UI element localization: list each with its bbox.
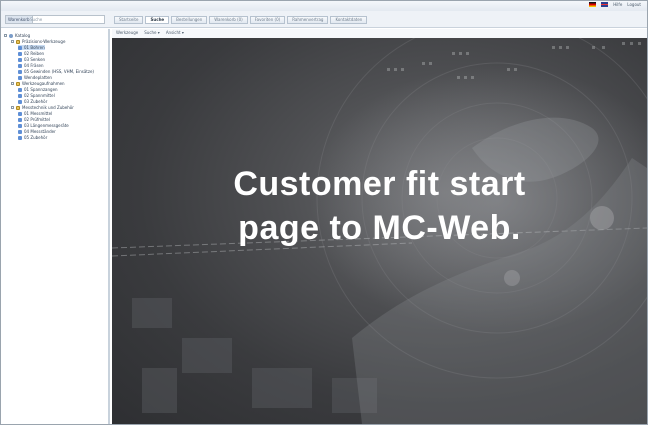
- expander-icon[interactable]: [11, 82, 14, 85]
- tab-3[interactable]: Warenkorb (0): [209, 16, 248, 24]
- tree-item[interactable]: 02 Reiben: [18, 51, 44, 56]
- tree-item[interactable]: 03 Senken: [18, 57, 45, 62]
- tree-item-label: Messtechnik und Zubehör: [22, 105, 74, 110]
- tree-item[interactable]: Werkzeugaufnahmen: [11, 81, 65, 86]
- tree-item-label: 05 Zubehör: [24, 135, 48, 140]
- search-scope-select[interactable]: Warenkorb: [6, 16, 33, 23]
- tree-item-label: 03 Senken: [24, 57, 46, 62]
- tree-item[interactable]: 02 Prüfmittel: [18, 117, 50, 122]
- tree-item-label: 02 Prüfmittel: [24, 117, 51, 122]
- tree-item[interactable]: Wendeplatten: [18, 75, 52, 80]
- tree-item-label: 05 Gewinden (HSS, VHM, Einsätze): [24, 69, 94, 74]
- folder-icon: [16, 81, 20, 86]
- doc-icon: [18, 87, 22, 92]
- tree-item[interactable]: Katalog: [4, 33, 30, 38]
- tree-item-label: 03 Längenmessgeräte: [24, 123, 69, 128]
- sidebar: Katalog Präzisions-Werkzeuge 01 Bohren 02 R…: [1, 29, 110, 424]
- tree-item-label: 02 Reiben: [24, 51, 45, 56]
- doc-icon: [18, 45, 22, 50]
- doc-icon: [18, 117, 22, 122]
- tree-item[interactable]: 04 Fräsen: [18, 63, 44, 68]
- doc-icon: [18, 75, 22, 80]
- tab-0[interactable]: Startseite: [114, 16, 144, 24]
- expander-icon[interactable]: [4, 34, 7, 37]
- search-box[interactable]: Warenkorb Suche: [5, 15, 105, 24]
- top-bar: Hilfe Logout: [1, 1, 647, 11]
- flag-gb-icon[interactable]: [601, 2, 609, 7]
- doc-icon: [18, 57, 22, 62]
- banner-headline: Customer fit start page to MC-Web.: [112, 162, 647, 250]
- sub-toolbar: Werkzeuge Suche ▾ Ansicht ▾: [112, 29, 647, 38]
- toolbar-item-0[interactable]: Werkzeuge: [116, 30, 138, 35]
- tree-item[interactable]: 05 Zubehör: [18, 135, 47, 140]
- flag-de-icon[interactable]: [589, 2, 597, 7]
- tab-2[interactable]: Bestellungen: [171, 16, 208, 24]
- tree-item[interactable]: Messtechnik und Zubehör: [11, 105, 74, 110]
- help-link[interactable]: Hilfe: [613, 2, 622, 7]
- expander-icon[interactable]: [11, 106, 14, 109]
- logout-link[interactable]: Logout: [627, 2, 641, 7]
- toolbar-item-1[interactable]: Suche ▾: [144, 30, 160, 35]
- expander-icon[interactable]: [11, 40, 14, 43]
- doc-icon: [18, 111, 22, 116]
- headline-line-1: Customer fit start: [233, 165, 526, 203]
- doc-icon: [18, 51, 22, 56]
- headline-line-2: page to MC-Web.: [238, 209, 521, 247]
- tree-item[interactable]: 01 Spannzangen: [18, 87, 58, 92]
- tree-item[interactable]: 03 Zubehör: [18, 99, 47, 104]
- doc-icon: [18, 93, 22, 98]
- tree-item-label: Präzisions-Werkzeuge: [22, 39, 66, 44]
- tree-item-label: 04 Fräsen: [24, 63, 44, 68]
- tab-row: Warenkorb Suche Startseite Suche Bestellun…: [1, 11, 647, 28]
- user-menu: Hilfe Logout: [589, 2, 641, 7]
- search-input[interactable]: Suche: [30, 16, 42, 23]
- tree-item-label: 01 Spannzangen: [24, 87, 58, 92]
- tree-item[interactable]: 02 Spannmittel: [18, 93, 55, 98]
- tree-item-label: 01 Messmittel: [24, 111, 53, 116]
- start-page-banner: Customer fit start page to MC-Web.: [112, 38, 647, 424]
- tree-item-label: 04 Messständer: [24, 129, 56, 134]
- tree-item-label: Werkzeugaufnahmen: [22, 81, 65, 86]
- tree-item[interactable]: Präzisions-Werkzeuge: [11, 39, 65, 44]
- tree-item[interactable]: 04 Messständer: [18, 129, 56, 134]
- doc-icon: [18, 129, 22, 134]
- folder-icon: [16, 39, 20, 44]
- tab-4[interactable]: Favoriten (0): [249, 16, 286, 24]
- tab-5[interactable]: Rahmenvertrag: [287, 16, 329, 24]
- tab-6[interactable]: Kontaktdaten: [330, 16, 368, 24]
- tree-item-label: Katalog: [15, 33, 31, 38]
- doc-icon: [18, 99, 22, 104]
- tree-item-label: 02 Spannmittel: [24, 93, 55, 98]
- main-tabs: Startseite Suche Bestellungen Warenkorb (0)…: [114, 16, 368, 24]
- tree-item[interactable]: 05 Gewinden (HSS, VHM, Einsätze): [18, 69, 94, 74]
- doc-icon: [18, 123, 22, 128]
- doc-icon: [18, 135, 22, 140]
- tree-item[interactable]: 03 Längenmessgeräte: [18, 123, 69, 128]
- tree-item-label: Wendeplatten: [24, 75, 52, 80]
- tree-item-label: 01 Bohren: [24, 45, 45, 50]
- root-icon: [9, 33, 13, 38]
- tab-1[interactable]: Suche: [145, 16, 170, 24]
- folder-icon: [16, 105, 20, 110]
- tree-item-label: 03 Zubehör: [24, 99, 48, 104]
- doc-icon: [18, 63, 22, 68]
- toolbar-item-2[interactable]: Ansicht ▾: [166, 30, 184, 35]
- tree-item[interactable]: 01 Bohren: [18, 45, 45, 50]
- tree-item[interactable]: 01 Messmittel: [18, 111, 52, 116]
- doc-icon: [18, 69, 22, 74]
